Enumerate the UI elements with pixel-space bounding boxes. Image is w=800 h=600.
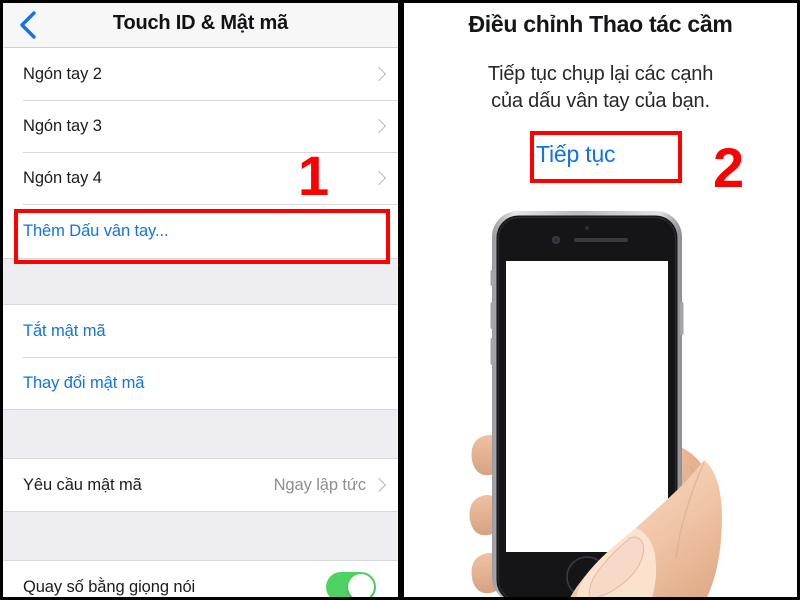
tutorial-subtitle-line-2: của dấu vân tay của bạn.	[491, 89, 710, 112]
tutorial-subtitle-line-1: Tiếp tục chụp lại các cạnh	[487, 63, 714, 85]
list-item-accessory	[326, 572, 388, 597]
require-passcode-item[interactable]: Yêu cầu mật mã Ngay lập tức	[3, 459, 398, 511]
settings-list: Ngón tay 2 Ngón tay 3 Ngón tay 4 Thêm Dấ…	[3, 48, 398, 597]
list-item-accessory: Ngay lập tức	[274, 476, 388, 495]
screenshot-canvas: Touch ID & Mật mã Ngón tay 2 Ngón tay 3	[0, 0, 800, 600]
list-item-accessory	[371, 118, 388, 134]
section-separator	[3, 511, 398, 561]
section-separator	[3, 409, 398, 459]
toggle-knob	[348, 574, 374, 597]
chevron-right-icon	[371, 170, 387, 186]
voice-dial-item[interactable]: Quay số bằng giọng nói	[3, 561, 398, 597]
chevron-right-icon	[371, 477, 387, 493]
continue-button[interactable]: Tiếp tục	[536, 141, 616, 168]
step-marker-2: 2	[713, 136, 745, 199]
list-item-label: Ngón tay 2	[23, 64, 102, 83]
chevron-right-icon	[371, 66, 387, 82]
list-item-label: Yêu cầu mật mã	[23, 475, 142, 494]
list-item-label: Tắt mật mã	[23, 321, 106, 340]
voice-dial-toggle[interactable]	[326, 572, 376, 597]
list-item-label: Thay đổi mật mã	[23, 373, 145, 392]
section-separator	[3, 258, 398, 305]
list-item-label: Ngón tay 3	[23, 116, 102, 135]
list-item-label: Ngón tay 4	[23, 168, 102, 187]
change-passcode-item[interactable]: Thay đổi mật mã	[3, 357, 398, 409]
hand-holding-phone-illustration	[404, 198, 797, 597]
tutorial-title: Điều chỉnh Thao tác cầm	[468, 11, 733, 37]
add-fingerprint-label: Thêm Dấu vân tay...	[23, 221, 169, 240]
page-title: Touch ID & Mật mã	[112, 12, 289, 34]
adjust-grip-screen-panel: Điều chỉnh Thao tác cầm Tiếp tục chụp lạ…	[404, 0, 800, 600]
chevron-right-icon	[371, 118, 387, 134]
step-marker-1: 1	[298, 144, 330, 207]
settings-screen-panel: Touch ID & Mật mã Ngón tay 2 Ngón tay 3	[0, 0, 398, 600]
turn-off-passcode-item[interactable]: Tắt mật mã	[3, 305, 398, 357]
earpiece-speaker-icon	[574, 238, 628, 242]
list-item[interactable]: Ngón tay 4	[3, 152, 398, 204]
list-item-accessory	[371, 170, 388, 186]
list-item-accessory	[371, 66, 388, 82]
tutorial-subtitle: Tiếp tục chụp lại các cạnh của dấu vân t…	[424, 61, 777, 115]
list-item[interactable]: Ngón tay 3	[3, 100, 398, 152]
add-fingerprint-item[interactable]: Thêm Dấu vân tay...	[3, 204, 398, 258]
list-item-label: Quay số bằng giọng nói	[23, 577, 196, 596]
list-item[interactable]: Ngón tay 2	[3, 48, 398, 100]
require-passcode-value: Ngay lập tức	[273, 475, 366, 494]
navigation-bar: Touch ID & Mật mã	[3, 3, 398, 48]
ambient-sensor-icon	[584, 225, 590, 231]
